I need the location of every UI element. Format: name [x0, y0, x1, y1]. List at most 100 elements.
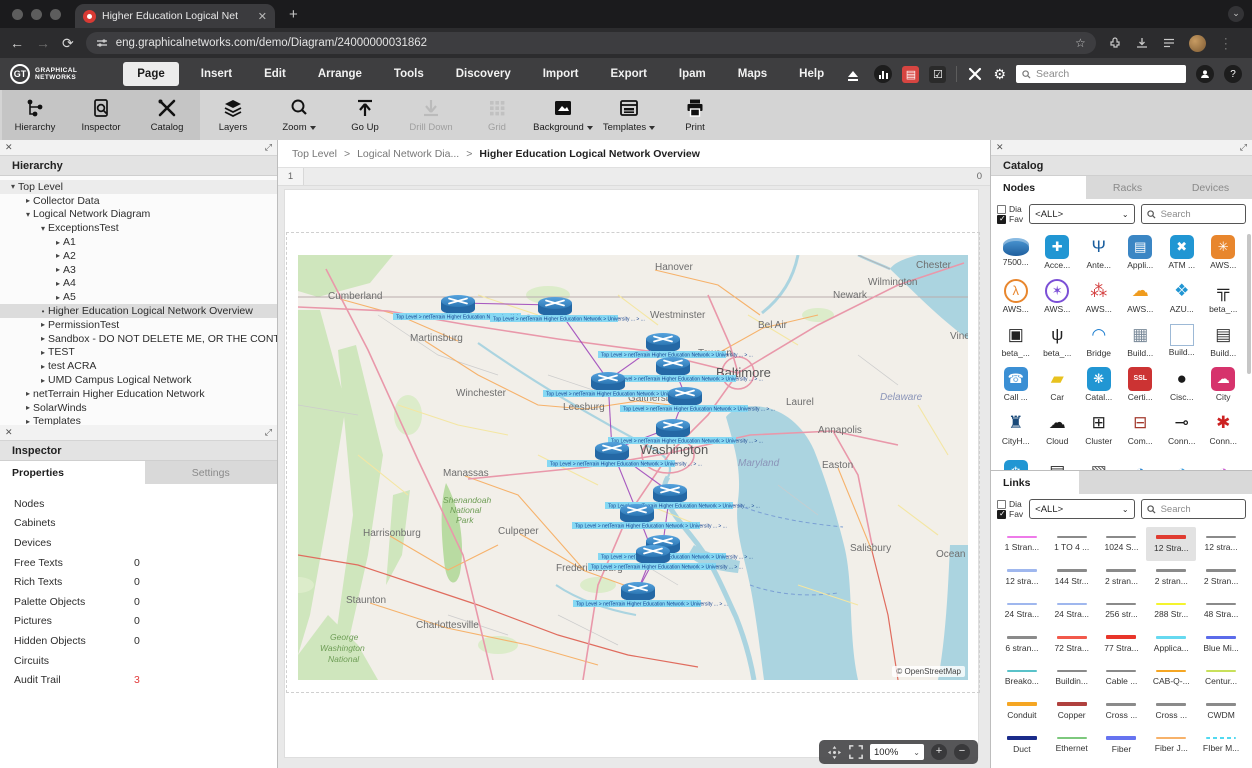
eject-icon[interactable]: [848, 71, 858, 77]
property-row[interactable]: Rich Texts0: [14, 572, 277, 592]
catalog-node-item[interactable]: ▧: [1078, 450, 1120, 470]
toolbar-inspector-button[interactable]: Inspector: [68, 90, 134, 140]
catalog-scrollbar[interactable]: [1247, 234, 1251, 374]
tree-right-icon[interactable]: ▸: [53, 293, 63, 302]
catalog-tab-devices[interactable]: Devices: [1169, 176, 1252, 199]
tree-item[interactable]: ▾Logical Network Diagram: [0, 208, 277, 222]
link-type-item[interactable]: 48 Stra...: [1196, 594, 1246, 628]
property-row[interactable]: Nodes: [14, 494, 277, 514]
catalog-node-item[interactable]: ◠Bridge: [1078, 318, 1120, 362]
catalog-tab-racks[interactable]: Racks: [1086, 176, 1169, 199]
catalog-search-input[interactable]: Search: [1141, 204, 1246, 224]
site-settings-icon[interactable]: [96, 37, 108, 49]
dia-checkbox[interactable]: Dia: [997, 499, 1023, 509]
catalog-node-item[interactable]: ⊞Cluster: [1078, 406, 1120, 450]
tree-dot-icon[interactable]: •: [38, 307, 48, 316]
tree-item[interactable]: ▾ExceptionsTest: [0, 221, 277, 235]
tree-right-icon[interactable]: ▸: [53, 265, 63, 274]
link-type-item[interactable]: FIber M...: [1196, 728, 1246, 762]
property-row[interactable]: Free Texts0: [14, 553, 277, 573]
fav-checkbox[interactable]: Fav: [997, 509, 1023, 519]
toolbar-print-button[interactable]: Print: [662, 90, 728, 140]
link-type-item[interactable]: Copper: [1047, 695, 1097, 729]
catalog-node-item[interactable]: ☁City: [1203, 362, 1245, 406]
zoom-in-button[interactable]: +: [931, 744, 947, 760]
link-type-item[interactable]: Conduit: [997, 695, 1047, 729]
link-type-item[interactable]: Cross ...: [1097, 695, 1147, 729]
tree-item[interactable]: ▸A1: [0, 235, 277, 249]
window-controls[interactable]: [12, 9, 61, 20]
tree-right-icon[interactable]: ▸: [38, 320, 48, 329]
map[interactable]: HanoverChesterWilmingtonNewarkCumberland…: [298, 255, 968, 680]
catalog-expand-icon[interactable]: ⤢: [1240, 142, 1247, 153]
links-type-select[interactable]: <ALL>⌄: [1029, 499, 1134, 519]
url-text[interactable]: eng.graphicalnetworks.com/demo/Diagram/2…: [116, 37, 427, 49]
menu-import[interactable]: Import: [533, 64, 589, 84]
link-type-item[interactable]: 144 Str...: [1047, 561, 1097, 595]
link-type-item[interactable]: Blue Mi...: [1196, 628, 1246, 662]
catalog-node-item[interactable]: ψbeta_...: [1037, 318, 1079, 362]
tab-search-chevron-icon[interactable]: ⌄: [1228, 6, 1244, 22]
tree-item[interactable]: •Higher Education Logical Network Overvi…: [0, 304, 277, 318]
link-type-item[interactable]: 12 stra...: [997, 561, 1047, 595]
tree-right-icon[interactable]: ▸: [53, 251, 63, 260]
catalog-node-item[interactable]: ◑: [1120, 450, 1162, 470]
tree-right-icon[interactable]: ▸: [53, 238, 63, 247]
tree-item[interactable]: ▸A3: [0, 263, 277, 277]
link-type-item[interactable]: Centur...: [1196, 661, 1246, 695]
link-type-item[interactable]: 77 Stra...: [1097, 628, 1147, 662]
catalog-node-item[interactable]: ✳AWS...: [1203, 230, 1245, 274]
url-bar[interactable]: eng.graphicalnetworks.com/demo/Diagram/2…: [86, 32, 1096, 54]
link-type-item[interactable]: 1024 S...: [1097, 527, 1147, 561]
property-row[interactable]: Devices: [14, 533, 277, 553]
menu-page[interactable]: Page: [123, 62, 179, 86]
browser-tab[interactable]: Higher Education Logical Net ✕: [75, 4, 275, 28]
schedule-icon[interactable]: ▤: [902, 66, 919, 83]
property-row[interactable]: Circuits: [14, 651, 277, 671]
minimize-window-button[interactable]: [31, 9, 42, 20]
catalog-node-item[interactable]: ☎Call ...: [995, 362, 1037, 406]
catalog-node-item[interactable]: ❋Catal...: [1078, 362, 1120, 406]
link-type-item[interactable]: 2 stran...: [1097, 561, 1147, 595]
catalog-node-item[interactable]: ⊟Com...: [1120, 406, 1162, 450]
property-row[interactable]: Cabinets: [14, 514, 277, 534]
bookmark-star-icon[interactable]: ☆: [1075, 36, 1086, 50]
dashboard-icon[interactable]: [874, 65, 892, 83]
link-type-item[interactable]: 1 TO 4 ...: [1047, 527, 1097, 561]
link-type-item[interactable]: 2 stran...: [1146, 561, 1196, 595]
link-type-item[interactable]: 2 Stran...: [1196, 561, 1246, 595]
tree-right-icon[interactable]: ▸: [38, 348, 48, 357]
fav-checkbox[interactable]: Fav: [997, 214, 1023, 224]
link-type-item[interactable]: 288 Str...: [1146, 594, 1196, 628]
maximize-window-button[interactable]: [50, 9, 61, 20]
tree-right-icon[interactable]: ▸: [53, 279, 63, 288]
hierarchy-close-icon[interactable]: ✕: [5, 142, 13, 153]
catalog-node-item[interactable]: ☁AWS...: [1120, 274, 1162, 318]
inspector-expand-icon[interactable]: ⤢: [265, 427, 272, 438]
catalog-node-item[interactable]: ▦Build...: [1120, 318, 1162, 362]
catalog-tab-nodes[interactable]: Nodes: [991, 176, 1086, 199]
toolbar-catalog-button[interactable]: Catalog: [134, 90, 200, 140]
zoom-level-select[interactable]: 100% ⌄: [870, 744, 924, 760]
catalog-node-item[interactable]: ▣beta_...: [995, 318, 1037, 362]
tree-down-icon[interactable]: ▾: [38, 224, 48, 233]
tree-right-icon[interactable]: ▸: [38, 376, 48, 385]
catalog-node-item[interactable]: ♜CityH...: [995, 406, 1037, 450]
tasks-icon[interactable]: ☑: [929, 66, 946, 83]
link-type-item[interactable]: 12 Stra...: [1146, 527, 1196, 561]
property-row[interactable]: Pictures0: [14, 612, 277, 632]
menu-export[interactable]: Export: [601, 64, 657, 84]
profile-avatar[interactable]: [1189, 35, 1206, 52]
tree-down-icon[interactable]: ▾: [23, 210, 33, 219]
tree-down-icon[interactable]: ▾: [8, 182, 18, 191]
menu-tools[interactable]: Tools: [384, 64, 434, 84]
help-icon[interactable]: ?: [1224, 65, 1242, 83]
download-icon[interactable]: [1135, 36, 1149, 50]
menu-maps[interactable]: Maps: [728, 64, 777, 84]
catalog-node-item[interactable]: ⊸Conn...: [1161, 406, 1203, 450]
link-type-item[interactable]: Applica...: [1146, 628, 1196, 662]
tools-icon[interactable]: [967, 66, 983, 82]
tree-right-icon[interactable]: ▸: [38, 334, 48, 343]
tab-close-icon[interactable]: ✕: [258, 10, 267, 23]
menu-arrange[interactable]: Arrange: [308, 64, 372, 84]
